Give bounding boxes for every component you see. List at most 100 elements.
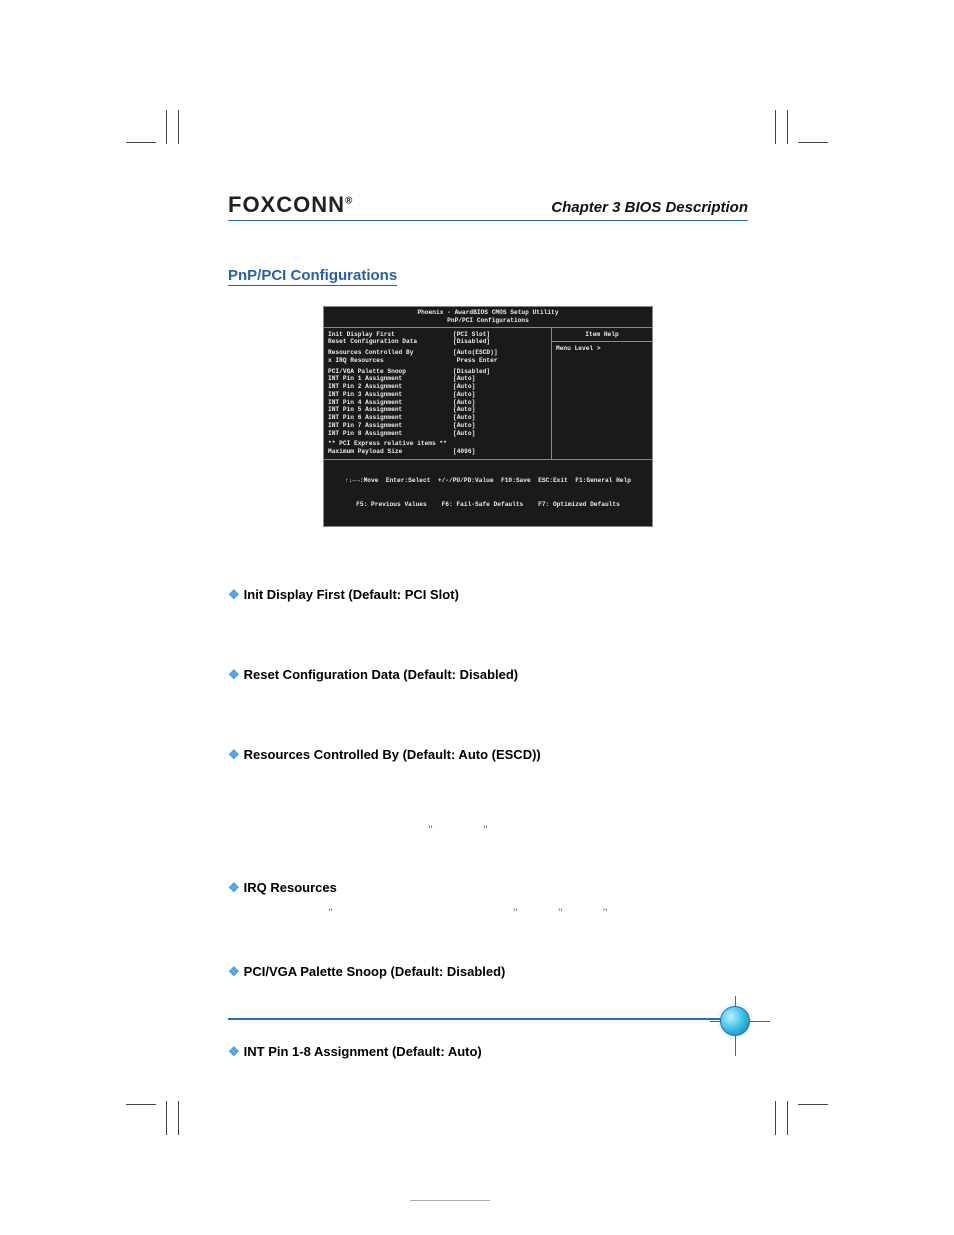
bios-row: x IRQ Resources Press Enter [328, 357, 547, 365]
bullet-icon: ❖ [228, 747, 240, 762]
doc-item: ❖ Init Display First (Default: PCI Slot) [228, 587, 748, 603]
bullet-icon: ❖ [228, 587, 240, 602]
bios-row-label: INT Pin 3 Assignment [328, 391, 453, 399]
bios-row: INT Pin 3 Assignment[Auto] [328, 391, 547, 399]
crop-mark [126, 142, 156, 143]
crop-mark [775, 1101, 776, 1135]
bios-row: INT Pin 1 Assignment[Auto] [328, 375, 547, 383]
doc-item-body [228, 1066, 748, 1084]
doc-item-body: "" [228, 769, 748, 841]
bios-row-value: Press Enter [453, 357, 498, 365]
crop-mark [798, 142, 828, 143]
items-list: ❖Init Display First (Default: PCI Slot)❖… [228, 587, 748, 1084]
bios-row-value: [Auto] [453, 375, 475, 383]
bios-express-header: ** PCI Express relative items ** [328, 440, 547, 448]
bullet-icon: ❖ [228, 880, 240, 895]
registered-mark: ® [345, 196, 353, 207]
bios-row-value: [Auto] [453, 399, 475, 407]
bios-row: PCI/VGA Palette Snoop[Disabled] [328, 368, 547, 376]
bullet-icon: ❖ [228, 667, 240, 682]
doc-item-body [228, 986, 748, 1004]
bios-row: INT Pin 7 Assignment[Auto] [328, 422, 547, 430]
bios-title-line2: PnP/PCI Configurations [324, 317, 652, 325]
section-title: PnP/PCI Configurations [228, 267, 397, 286]
bios-row-label: INT Pin 7 Assignment [328, 422, 453, 430]
bios-left-panel: Init Display First[PCI Slot]Reset Config… [324, 328, 552, 459]
bios-row-label: PCI/VGA Palette Snoop [328, 368, 453, 376]
crop-mark [166, 1101, 167, 1135]
bios-row: INT Pin 2 Assignment[Auto] [328, 383, 547, 391]
bios-row: INT Pin 8 Assignment[Auto] [328, 430, 547, 438]
bios-row: Reset Configuration Data[Disabled] [328, 338, 547, 346]
bios-row-value: [PCI Slot] [453, 331, 490, 339]
bios-row-value: [Auto] [453, 383, 475, 391]
bios-body: Init Display First[PCI Slot]Reset Config… [324, 328, 652, 459]
bios-row: Init Display First[PCI Slot] [328, 331, 547, 339]
bios-row: INT Pin 6 Assignment[Auto] [328, 414, 547, 422]
bios-row-label: x IRQ Resources [328, 357, 453, 365]
bios-row-label: Reset Configuration Data [328, 338, 453, 346]
doc-item-title: IRQ Resources [244, 880, 337, 895]
crop-mark [178, 1101, 179, 1135]
page-content: FOXCONN® Chapter 3 BIOS Description PnP/… [228, 192, 748, 1084]
crop-mark [798, 1104, 828, 1105]
bios-row-value: [Disabled] [453, 368, 490, 376]
chapter-title: Chapter 3 BIOS Description [551, 199, 748, 216]
doc-item-title: Init Display First (Default: PCI Slot) [244, 587, 459, 602]
bios-title: Phoenix - AwardBIOS CMOS Setup Utility P… [324, 307, 652, 328]
bios-screenshot: Phoenix - AwardBIOS CMOS Setup Utility P… [323, 306, 653, 527]
crop-mark [787, 1101, 788, 1135]
footer-rule [228, 1018, 748, 1020]
bios-row-value: [Auto] [453, 391, 475, 399]
crop-mark [787, 110, 788, 144]
crop-mark [166, 110, 167, 144]
doc-item: ❖ IRQ Resources [228, 880, 748, 896]
bios-row: INT Pin 5 Assignment[Auto] [328, 406, 547, 414]
bios-footer-line2: F5: Previous Values F6: Fail-Safe Defaul… [328, 501, 648, 509]
doc-item-title: PCI/VGA Palette Snoop (Default: Disabled… [244, 964, 506, 979]
decorative-orb [720, 1006, 750, 1036]
bios-row-label: INT Pin 5 Assignment [328, 406, 453, 414]
bios-menu-level: Menu Level > [556, 345, 648, 353]
doc-item: ❖ Reset Configuration Data (Default: Disa… [228, 667, 748, 683]
crop-mark [775, 110, 776, 144]
bios-row-value: [Auto] [453, 414, 475, 422]
bios-row-value: [4096] [453, 448, 475, 456]
bios-row-label: INT Pin 4 Assignment [328, 399, 453, 407]
bios-row-label: INT Pin 1 Assignment [328, 375, 453, 383]
bios-row-label: Init Display First [328, 331, 453, 339]
doc-item-title: Reset Configuration Data (Default: Disab… [244, 667, 518, 682]
doc-item: ❖ Resources Controlled By (Default: Auto … [228, 747, 748, 763]
bios-row-value: [Disabled] [453, 338, 490, 346]
crop-mark [126, 1104, 156, 1105]
bullet-icon: ❖ [228, 964, 240, 979]
doc-item-body [228, 609, 748, 627]
bullet-icon: ❖ [228, 1044, 240, 1059]
doc-item-body: """" [228, 902, 748, 924]
bios-row-label: INT Pin 8 Assignment [328, 430, 453, 438]
bios-row-label: Maximum Payload Size [328, 448, 453, 456]
bios-row: Resources Controlled By[Auto(ESCD)] [328, 349, 547, 357]
brand-logo: FOXCONN® [228, 192, 353, 218]
bios-row: Maximum Payload Size[4096] [328, 448, 547, 456]
bios-row-label: INT Pin 2 Assignment [328, 383, 453, 391]
bios-row-value: [Auto(ESCD)] [453, 349, 498, 357]
bios-footer-line1: ↑↓←→:Move Enter:Select +/-/PU/PD:Value F… [328, 477, 648, 485]
bios-row: INT Pin 4 Assignment[Auto] [328, 399, 547, 407]
bios-title-line1: Phoenix - AwardBIOS CMOS Setup Utility [324, 309, 652, 317]
bios-row-value: [Auto] [453, 422, 475, 430]
doc-item-title: INT Pin 1-8 Assignment (Default: Auto) [244, 1044, 482, 1059]
bios-row-value: [Auto] [453, 430, 475, 438]
brand-text: FOXCONN [228, 192, 345, 217]
bios-row-label: INT Pin 6 Assignment [328, 414, 453, 422]
doc-item-title: Resources Controlled By (Default: Auto (… [244, 747, 541, 762]
doc-item: ❖ INT Pin 1-8 Assignment (Default: Auto) [228, 1044, 748, 1060]
page-header: FOXCONN® Chapter 3 BIOS Description [228, 192, 748, 221]
crop-mark [178, 110, 179, 144]
doc-item-body [228, 689, 748, 707]
bios-help-panel: Item Help Menu Level > [552, 328, 652, 459]
bios-row-value: [Auto] [453, 406, 475, 414]
page-number-rule [410, 1200, 490, 1201]
bios-footer: ↑↓←→:Move Enter:Select +/-/PU/PD:Value F… [324, 459, 652, 526]
orb-icon [720, 1006, 750, 1036]
